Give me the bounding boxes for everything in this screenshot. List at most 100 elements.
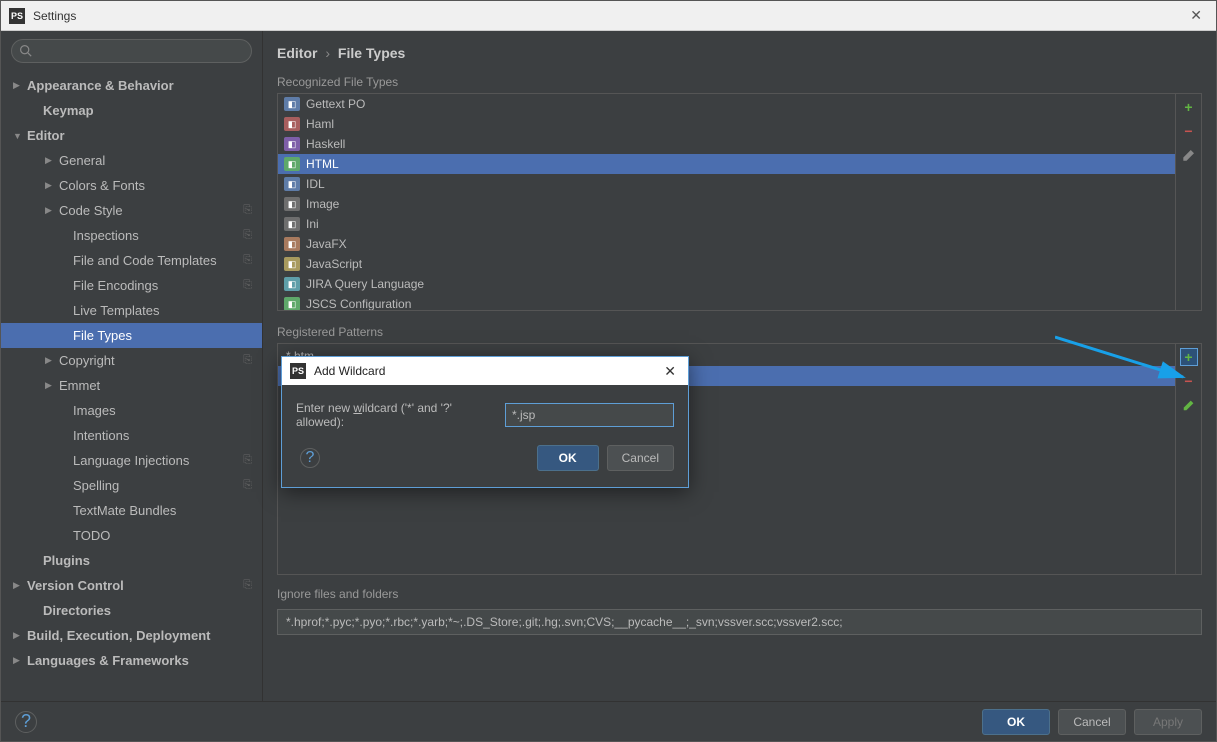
filetype-icon: ◧ xyxy=(284,197,300,211)
copy-icon: ⎘ xyxy=(243,579,252,592)
tree-item-languages-frameworks[interactable]: ▶Languages & Frameworks xyxy=(1,648,262,673)
cancel-button[interactable]: Cancel xyxy=(1058,709,1126,735)
tree-arrow-icon: ▶ xyxy=(45,205,59,216)
filetype-row[interactable]: ◧JSCS Configuration xyxy=(278,294,1175,310)
tree-item-appearance-behavior[interactable]: ▶Appearance & Behavior xyxy=(1,73,262,98)
tree-item-plugins[interactable]: Plugins xyxy=(1,548,262,573)
tree-item-editor[interactable]: ▼Editor xyxy=(1,123,262,148)
filetype-icon: ◧ xyxy=(284,257,300,271)
tree-item-label: Inspections xyxy=(73,228,139,243)
filetype-icon: ◧ xyxy=(284,117,300,131)
filetype-row[interactable]: ◧Ini xyxy=(278,214,1175,234)
ok-button[interactable]: OK xyxy=(982,709,1050,735)
filetype-row[interactable]: ◧JIRA Query Language xyxy=(278,274,1175,294)
filetype-row[interactable]: ◧IDL xyxy=(278,174,1175,194)
dialog-ok-button[interactable]: OK xyxy=(537,445,599,471)
tree-item-general[interactable]: ▶General xyxy=(1,148,262,173)
ignore-input[interactable] xyxy=(277,609,1202,635)
dialog-title: Add Wildcard xyxy=(314,364,660,378)
tree-item-label: Colors & Fonts xyxy=(59,178,145,193)
tree-item-label: Plugins xyxy=(43,553,90,568)
filetype-label: Gettext PO xyxy=(306,97,365,111)
patterns-label: Registered Patterns xyxy=(277,325,1202,339)
tree-item-directories[interactable]: Directories xyxy=(1,598,262,623)
dialog-close-icon[interactable]: ✕ xyxy=(660,363,680,380)
breadcrumb-filetypes: File Types xyxy=(338,45,405,61)
filetype-row[interactable]: ◧Haskell xyxy=(278,134,1175,154)
filetype-row[interactable]: ◧ Haml xyxy=(278,114,1175,134)
tree-item-label: Appearance & Behavior xyxy=(27,78,174,93)
dialog-cancel-button[interactable]: Cancel xyxy=(607,445,674,471)
tree-item-spelling[interactable]: Spelling ⎘ xyxy=(1,473,262,498)
filetypes-list[interactable]: ◧Gettext PO◧Haml◧Haskell◧HTML◧IDL◧Image◧… xyxy=(278,94,1175,310)
tree-item-inspections[interactable]: Inspections⎘ xyxy=(1,223,262,248)
tree-item-version-control[interactable]: ▶Version Control⎘ xyxy=(1,573,262,598)
dialog-titlebar: PS Add Wildcard ✕ xyxy=(282,357,688,385)
tree-item-build-execution-deployment[interactable]: ▶Build, Execution, Deployment xyxy=(1,623,262,648)
copy-icon: ⎘ xyxy=(243,479,252,492)
tree-item-label: Code Style xyxy=(59,203,123,218)
wildcard-prompt: Enter new wildcard ('*' and '?' allowed)… xyxy=(296,401,495,429)
tree-item-label: Build, Execution, Deployment xyxy=(27,628,210,643)
filetype-row[interactable]: ◧JavaFX xyxy=(278,234,1175,254)
filetype-icon: ◧ xyxy=(284,97,300,111)
tree-item-live-templates[interactable]: Live Templates xyxy=(1,298,262,323)
tree-item-label: Language Injections xyxy=(73,453,189,468)
tree-item-label: File Encodings xyxy=(73,278,158,293)
tree-item-label: File Types xyxy=(73,328,132,343)
tree-item-colors-fonts[interactable]: ▶Colors & Fonts xyxy=(1,173,262,198)
copy-icon: ⎘ xyxy=(243,279,252,292)
filetype-row[interactable]: ◧ Image xyxy=(278,194,1175,214)
tree-item-file-types[interactable]: File Types xyxy=(1,323,262,348)
tree-item-label: Intentions xyxy=(73,428,129,443)
breadcrumb-sep-icon: › xyxy=(325,45,330,61)
window-title: Settings xyxy=(33,9,1184,23)
filetype-row[interactable]: ◧ JavaScript xyxy=(278,254,1175,274)
tree-item-file-encodings[interactable]: File Encodings ⎘ xyxy=(1,273,262,298)
wildcard-input[interactable] xyxy=(505,403,674,427)
tree-item-images[interactable]: Images xyxy=(1,398,262,423)
filetype-label: HTML xyxy=(306,157,339,171)
filetype-label: Haml xyxy=(306,117,334,131)
window-close-icon[interactable]: ✕ xyxy=(1184,7,1208,24)
filetype-row[interactable]: ◧ Gettext PO xyxy=(278,94,1175,114)
tree-arrow-icon: ▶ xyxy=(45,380,59,391)
pattern-remove-button[interactable]: − xyxy=(1180,372,1198,390)
pattern-add-button[interactable]: + xyxy=(1180,348,1198,366)
tree-arrow-icon: ▶ xyxy=(45,155,59,166)
filetype-label: Ini xyxy=(306,217,319,231)
tree-item-label: Editor xyxy=(27,128,65,143)
apply-button[interactable]: Apply xyxy=(1134,709,1202,735)
tree-item-label: Languages & Frameworks xyxy=(27,653,189,668)
copy-icon: ⎘ xyxy=(243,254,252,267)
filetype-icon: ◧ xyxy=(284,157,300,171)
tree-item-textmate-bundles[interactable]: TextMate Bundles xyxy=(1,498,262,523)
filetype-remove-button[interactable]: − xyxy=(1180,122,1198,140)
pattern-edit-button[interactable] xyxy=(1180,396,1198,414)
breadcrumb: Editor › File Types xyxy=(277,41,1202,75)
tree-item-label: General xyxy=(59,153,105,168)
filetype-icon: ◧ xyxy=(284,137,300,151)
tree-item-file-and-code-templates[interactable]: File and Code Templates⎘ xyxy=(1,248,262,273)
breadcrumb-editor[interactable]: Editor xyxy=(277,45,317,61)
tree-item-language-injections[interactable]: Language Injections⎘ xyxy=(1,448,262,473)
filetype-edit-button[interactable] xyxy=(1180,146,1198,164)
filetype-label: JavaScript xyxy=(306,257,362,271)
help-button[interactable]: ? xyxy=(15,711,37,733)
tree-item-todo[interactable]: TODO xyxy=(1,523,262,548)
filetype-label: Image xyxy=(306,197,339,211)
tree-item-label: TODO xyxy=(73,528,110,543)
tree-item-label: Spelling xyxy=(73,478,119,493)
sidebar-search-input[interactable] xyxy=(11,39,252,63)
tree-item-emmet[interactable]: ▶Emmet xyxy=(1,373,262,398)
tree-item-copyright[interactable]: ▶Copyright⎘ xyxy=(1,348,262,373)
tree-item-label: Images xyxy=(73,403,116,418)
tree-item-code-style[interactable]: ▶Code Style⎘ xyxy=(1,198,262,223)
filetype-row[interactable]: ◧ HTML xyxy=(278,154,1175,174)
dialog-help-button[interactable]: ? xyxy=(300,448,320,468)
tree-arrow-icon: ▶ xyxy=(13,630,27,641)
filetype-add-button[interactable]: + xyxy=(1180,98,1198,116)
tree-arrow-icon: ▶ xyxy=(13,655,27,666)
tree-item-keymap[interactable]: Keymap xyxy=(1,98,262,123)
tree-item-intentions[interactable]: Intentions xyxy=(1,423,262,448)
